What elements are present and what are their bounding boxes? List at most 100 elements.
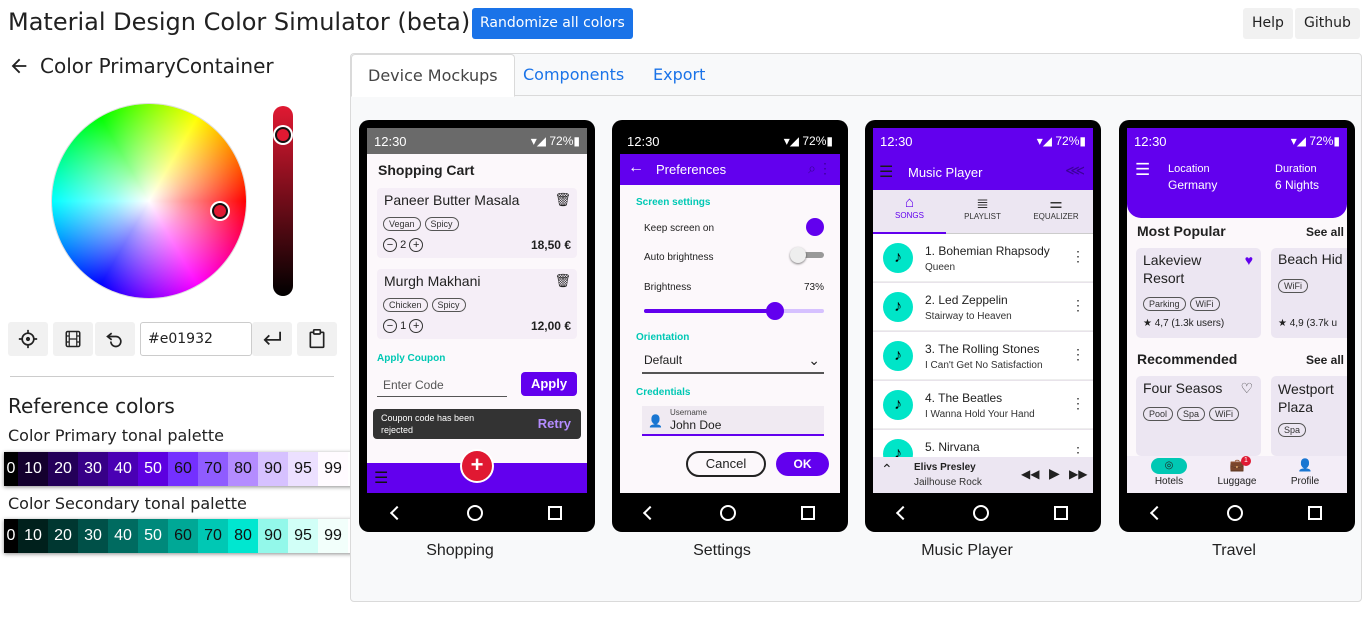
more-icon[interactable]: ⋮: [1071, 395, 1085, 412]
more-icon[interactable]: ⋮: [1071, 248, 1085, 265]
see-all-link[interactable]: See all: [1306, 353, 1344, 367]
retry-button[interactable]: Retry: [538, 416, 571, 431]
tone-swatch[interactable]: 20: [48, 519, 78, 553]
nav-hotels[interactable]: ◎ Hotels: [1137, 458, 1201, 487]
menu-icon[interactable]: ☰: [1135, 160, 1150, 180]
tone-swatch[interactable]: 95: [288, 519, 318, 553]
tone-swatch[interactable]: 40: [108, 519, 138, 553]
keep-screen-on-toggle[interactable]: [806, 218, 824, 236]
home-icon[interactable]: [719, 505, 736, 521]
song-item[interactable]: ♪ 3. The Rolling Stones I Can't Get No Sat…: [873, 332, 1093, 380]
home-icon[interactable]: [466, 505, 483, 521]
undo-icon[interactable]: [95, 322, 135, 356]
tone-swatch[interactable]: 80: [228, 519, 258, 553]
crosshair-icon[interactable]: [8, 322, 48, 356]
arrow-back-icon[interactable]: ←: [628, 159, 644, 177]
tab-export[interactable]: Export: [637, 54, 721, 96]
lightness-slider[interactable]: [273, 106, 293, 296]
fab-add-button[interactable]: +: [460, 449, 494, 483]
help-button[interactable]: Help: [1243, 8, 1293, 39]
tone-swatch[interactable]: 40: [108, 452, 138, 486]
hotel-card[interactable]: Beach Hid WiFi ★ 4,9 (3.7k u: [1271, 248, 1347, 338]
hex-color-input[interactable]: [140, 322, 252, 356]
heart-outline-icon[interactable]: ♡: [1240, 380, 1253, 397]
brightness-slider-thumb[interactable]: [766, 302, 785, 320]
github-button[interactable]: Github: [1295, 8, 1360, 39]
tone-swatch[interactable]: 99: [318, 452, 348, 486]
minus-icon[interactable]: −: [383, 238, 397, 252]
tone-swatch[interactable]: 30: [78, 452, 108, 486]
hotel-card[interactable]: Four Seasos ♡ Pool Spa WiFi: [1136, 376, 1261, 456]
tone-swatch[interactable]: 70: [198, 452, 228, 486]
back-icon[interactable]: [895, 505, 910, 521]
tab-device-mockups[interactable]: Device Mockups: [351, 54, 515, 97]
color-wheel[interactable]: [52, 104, 246, 298]
song-item[interactable]: ♪ 2. Led Zeppelin Stairway to Heaven ⋮: [873, 283, 1093, 331]
chevron-up-icon[interactable]: ⌃: [881, 461, 893, 478]
minus-icon[interactable]: −: [383, 319, 397, 333]
plus-icon[interactable]: +: [409, 238, 424, 252]
delete-icon[interactable]: 🗑: [554, 192, 571, 208]
tone-swatch[interactable]: 80: [228, 452, 258, 486]
cancel-button[interactable]: Cancel: [686, 451, 766, 477]
back-icon[interactable]: [1149, 505, 1164, 521]
recents-icon[interactable]: [548, 506, 563, 520]
play-icon[interactable]: ▶: [1049, 465, 1060, 482]
tone-swatch[interactable]: 0: [4, 519, 18, 553]
randomize-colors-button[interactable]: Randomize all colors: [472, 8, 633, 39]
tab-components[interactable]: Components: [507, 54, 640, 96]
song-item[interactable]: ♪ 4. The Beatles I Wanna Hold Your Hand ⋮: [873, 381, 1093, 429]
fast-forward-icon[interactable]: ▶▶: [1069, 467, 1087, 481]
ok-button[interactable]: OK: [776, 452, 829, 476]
back-icon[interactable]: [642, 505, 657, 521]
auto-brightness-toggle[interactable]: [790, 247, 824, 263]
home-icon[interactable]: [1226, 505, 1243, 521]
now-playing-bar[interactable]: ⌃ Elivs Presley Jailhouse Rock ◀◀ ▶ ▶▶: [873, 457, 1093, 493]
plus-icon[interactable]: +: [409, 319, 424, 333]
see-all-link[interactable]: See all: [1306, 225, 1344, 239]
tone-swatch[interactable]: 50: [138, 519, 168, 553]
lightness-slider-handle[interactable]: [275, 127, 291, 143]
recents-icon[interactable]: [1308, 506, 1323, 520]
tone-swatch[interactable]: 70: [198, 519, 228, 553]
heart-filled-icon[interactable]: ♥: [1245, 252, 1253, 268]
tone-swatch[interactable]: 60: [168, 452, 198, 486]
orientation-select[interactable]: Default ⌄: [642, 346, 824, 374]
film-icon[interactable]: [53, 322, 93, 356]
tone-swatch[interactable]: 95: [288, 452, 318, 486]
tone-swatch[interactable]: 90: [258, 519, 288, 553]
home-icon[interactable]: [972, 505, 989, 521]
more-icon[interactable]: ⋮: [818, 160, 832, 177]
more-icon[interactable]: ⋮: [1071, 297, 1085, 314]
share-icon[interactable]: ⋘: [1065, 162, 1085, 179]
menu-icon[interactable]: ☰: [374, 468, 388, 488]
brightness-slider[interactable]: [644, 302, 824, 320]
username-field[interactable]: 👤 Username John Doe: [642, 406, 824, 436]
delete-icon[interactable]: 🗑: [554, 273, 571, 289]
tone-swatch[interactable]: 60: [168, 519, 198, 553]
nav-profile[interactable]: 👤 Profile: [1273, 458, 1337, 487]
tone-swatch[interactable]: 30: [78, 519, 108, 553]
arrow-back-icon[interactable]: [8, 55, 30, 77]
search-icon[interactable]: ⌕: [808, 160, 816, 177]
menu-icon[interactable]: ☰: [879, 162, 893, 182]
back-icon[interactable]: [389, 505, 404, 521]
recents-icon[interactable]: [1054, 506, 1069, 520]
color-wheel-handle[interactable]: [212, 203, 228, 219]
tab-equalizer[interactable]: ⚌ EQUALIZER: [1019, 190, 1093, 234]
rewind-icon[interactable]: ◀◀: [1021, 467, 1039, 481]
tone-swatch[interactable]: 0: [4, 452, 18, 486]
song-item[interactable]: ♪ 1. Bohemian Rhapsody Queen ⋮: [873, 234, 1093, 282]
clipboard-icon[interactable]: [297, 322, 337, 356]
tone-swatch[interactable]: 10: [18, 519, 48, 553]
coupon-code-input[interactable]: Enter Code: [377, 373, 507, 397]
apply-button[interactable]: Apply: [521, 372, 577, 396]
hotel-card[interactable]: Lakeview Resort ♥ Parking WiFi ★ 4,7 (1.3…: [1136, 248, 1261, 338]
more-icon[interactable]: ⋮: [1071, 346, 1085, 363]
recents-icon[interactable]: [801, 506, 816, 520]
tone-swatch[interactable]: 20: [48, 452, 78, 486]
tone-swatch[interactable]: 50: [138, 452, 168, 486]
location-value[interactable]: Germany: [1168, 178, 1217, 192]
hotel-card[interactable]: Westport Plaza Spa: [1271, 376, 1347, 456]
tab-songs[interactable]: ⌂ SONGS: [873, 190, 946, 234]
